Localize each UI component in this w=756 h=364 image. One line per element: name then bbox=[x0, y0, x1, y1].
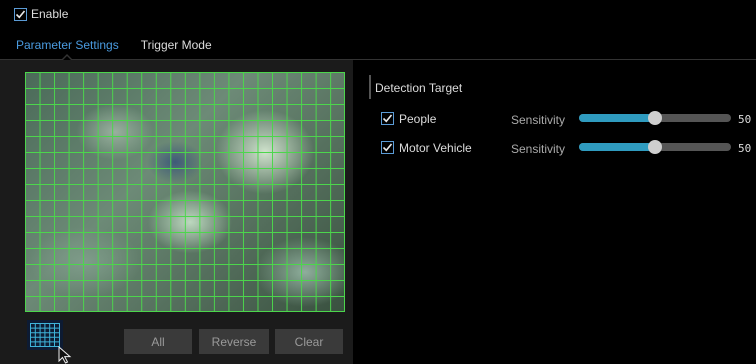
people-slider-thumb[interactable] bbox=[648, 111, 662, 125]
detection-area-grid[interactable] bbox=[25, 72, 345, 312]
motor-vehicle-slider-fill bbox=[579, 143, 655, 151]
enable-checkbox[interactable] bbox=[14, 7, 27, 21]
people-slider-fill bbox=[579, 114, 655, 122]
enable-label: Enable bbox=[31, 7, 69, 21]
people-sensitivity-label: Sensitivity bbox=[511, 113, 566, 127]
motor-vehicle-sensitivity-label: Sensitivity bbox=[511, 142, 566, 156]
check-icon bbox=[15, 9, 26, 18]
detection-target-title: Detection Target bbox=[375, 81, 463, 95]
people-checkbox[interactable] bbox=[381, 112, 394, 125]
tab-trigger-mode[interactable]: Trigger Mode bbox=[141, 37, 212, 57]
tab-bar: Parameter Settings Trigger Mode bbox=[16, 37, 234, 57]
mouse-cursor-icon bbox=[58, 346, 72, 364]
motor-vehicle-sensitivity-value: 50 bbox=[738, 142, 752, 155]
people-label: People bbox=[399, 112, 437, 126]
motor-vehicle-checkbox[interactable] bbox=[381, 141, 394, 154]
reverse-button[interactable]: Reverse bbox=[199, 329, 269, 354]
section-marker bbox=[369, 75, 371, 99]
motor-vehicle-slider-thumb[interactable] bbox=[648, 140, 662, 154]
enable-row[interactable]: Enable bbox=[14, 7, 68, 21]
motor-vehicle-label: Motor Vehicle bbox=[399, 141, 472, 155]
clear-button[interactable]: Clear bbox=[275, 329, 343, 354]
all-button[interactable]: All bbox=[124, 329, 192, 354]
people-sensitivity-value: 50 bbox=[738, 113, 752, 126]
check-icon bbox=[382, 114, 393, 123]
check-icon bbox=[382, 143, 393, 152]
